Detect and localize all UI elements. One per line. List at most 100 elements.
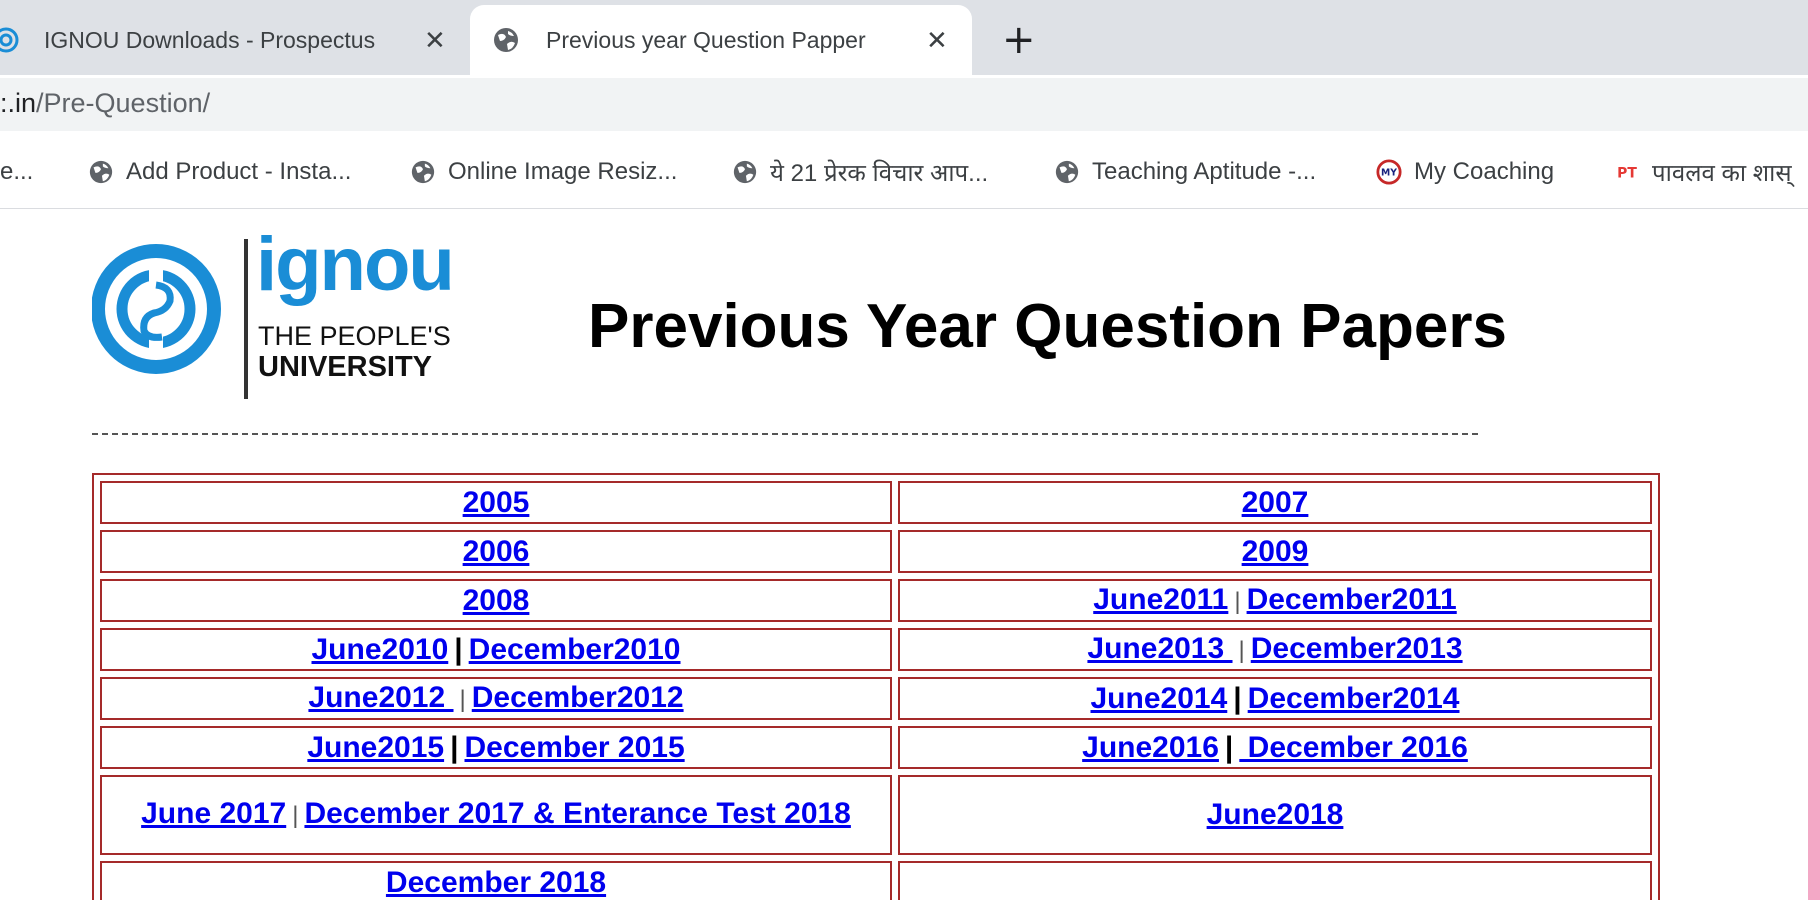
globe-icon <box>411 160 435 184</box>
my-coaching-logo-icon: MY <box>1376 159 1402 185</box>
pt-icon: PT <box>1617 166 1637 182</box>
divider: | <box>1224 730 1234 764</box>
url-path: /Pre-Question/ <box>36 88 211 118</box>
svg-text:PT: PT <box>1617 166 1637 182</box>
address-bar[interactable]: :.in/Pre-Question/ <box>0 78 1808 131</box>
table-row: June2015 | December 2015 June2016 | December… <box>100 726 1652 769</box>
paper-link[interactable]: June2018 <box>1207 798 1344 831</box>
bookmark-label: Add Product - Insta... <box>126 158 352 185</box>
table-cell <box>898 861 1652 900</box>
divider: | <box>1233 681 1242 715</box>
bookmark-label: Online Image Resiz... <box>448 158 678 185</box>
globe-icon <box>733 160 757 184</box>
paper-link[interactable]: December 2015 <box>465 731 685 764</box>
table-row: June 2017 | December 2017 & Enterance Test… <box>100 775 1652 855</box>
table-row: December 2018 <box>100 861 1652 900</box>
table-cell: 2005 <box>100 481 892 524</box>
table-cell: December 2018 <box>100 861 892 900</box>
bookmark-item[interactable]: Teaching Aptitude -... <box>1054 154 1316 190</box>
divider: | <box>292 802 299 829</box>
bookmark-label: ये 21 प्रेरक विचार आप... <box>770 159 989 187</box>
table-cell: 2006 <box>100 530 892 573</box>
bookmark-label: e... <box>0 158 34 185</box>
tab-strip: IGNOU Downloads - Prospectus ✕ Previous … <box>0 0 1808 75</box>
bookmarks-bar: e... Add Product - Insta... Online Image… <box>0 140 1808 209</box>
paper-link[interactable]: 2007 <box>1242 486 1309 519</box>
paper-link[interactable]: December2010 <box>469 633 681 666</box>
paper-link[interactable]: June2010 <box>312 633 449 666</box>
table-row: 2006 2009 <box>100 530 1652 573</box>
page-title: Previous Year Question Papers <box>588 292 1507 361</box>
table-cell: June2014 | December2014 <box>898 677 1652 720</box>
bookmark-item[interactable]: Online Image Resiz... <box>410 154 677 190</box>
table-cell: June2012 | December2012 <box>100 677 892 720</box>
paper-link[interactable]: 2006 <box>463 535 530 568</box>
table-cell: June 2017 | December 2017 & Enterance Test… <box>100 775 892 855</box>
table-row: 2005 2007 <box>100 481 1652 524</box>
paper-link[interactable]: December2012 <box>472 681 684 714</box>
logo-brand: ignou <box>256 222 455 307</box>
table-row: June2012 | December2012 June2014 | December2… <box>100 677 1652 720</box>
bookmark-label: पावलव का शास् <box>1652 159 1792 187</box>
browser-window: IGNOU Downloads - Prospectus ✕ Previous … <box>0 0 1808 900</box>
table-cell: 2007 <box>898 481 1652 524</box>
logo-subline: UNIVERSITY <box>258 351 433 383</box>
close-icon[interactable]: ✕ <box>926 25 948 56</box>
paper-link[interactable]: 2005 <box>463 486 530 519</box>
close-icon[interactable]: ✕ <box>424 25 446 56</box>
paper-link[interactable]: June2016 <box>1082 731 1219 764</box>
paper-link[interactable]: June2013 <box>1087 632 1232 665</box>
table-cell: 2009 <box>898 530 1652 573</box>
bookmark-item[interactable]: e... <box>0 154 33 190</box>
bookmark-item[interactable]: PT पावलव का शास् <box>1614 154 1792 190</box>
paper-link[interactable]: December 2017 & Enterance Test 2018 <box>304 797 850 830</box>
table-cell: June2015 | December 2015 <box>100 726 892 769</box>
table-cell: June2013 | December2013 <box>898 628 1652 671</box>
tab-ignou-downloads[interactable]: IGNOU Downloads - Prospectus ✕ <box>0 5 470 75</box>
paper-link[interactable]: June 2017 <box>141 797 286 830</box>
paper-link[interactable]: December2013 <box>1251 632 1463 665</box>
divider: | <box>1234 587 1241 615</box>
divider: | <box>450 730 459 764</box>
paper-link[interactable]: June2014 <box>1091 682 1228 715</box>
tab-previous-year[interactable]: Previous year Question Papper ✕ <box>470 5 972 75</box>
tab-title: IGNOU Downloads - Prospectus <box>44 26 376 53</box>
toolbar: :.in/Pre-Question/ <box>0 75 1808 135</box>
bookmark-item[interactable]: MY My Coaching <box>1376 154 1554 190</box>
divider: | <box>454 632 463 666</box>
table-cell: 2008 <box>100 579 892 622</box>
bookmark-label: Teaching Aptitude -... <box>1092 158 1317 185</box>
bookmark-item[interactable]: ये 21 प्रेरक विचार आप... <box>732 154 988 190</box>
paper-link[interactable]: December 2018 <box>386 866 606 899</box>
paper-link[interactable]: June2011 <box>1093 583 1228 616</box>
globe-icon <box>89 160 113 184</box>
svg-text:MY: MY <box>1381 168 1397 179</box>
paper-link[interactable]: December2014 <box>1248 682 1460 715</box>
table-row: 2008 June2011 | December2011 <box>100 579 1652 622</box>
globe-icon <box>492 26 520 54</box>
ignou-favicon-icon <box>0 26 20 54</box>
paper-link[interactable]: June2012 <box>308 681 453 714</box>
tab-title: Previous year Question Papper <box>546 26 866 53</box>
logo-tagline: THE PEOPLE'S <box>258 321 451 351</box>
bookmark-item[interactable]: Add Product - Insta... <box>88 154 351 190</box>
paper-link[interactable]: 2008 <box>463 584 530 617</box>
table-cell: June2018 <box>898 775 1652 855</box>
paper-link[interactable]: December 2016 <box>1239 731 1468 764</box>
paper-link[interactable]: June2015 <box>307 731 444 764</box>
divider: | <box>459 685 466 713</box>
ignou-logo: ignou THE PEOPLE'S UNIVERSITY <box>91 222 472 399</box>
bookmark-label: My Coaching <box>1414 158 1555 185</box>
paper-link[interactable]: 2009 <box>1242 535 1309 568</box>
globe-icon <box>1055 160 1079 184</box>
table-cell: June2010 | December2010 <box>100 628 892 671</box>
question-papers-table: 2005 2007 2006 2009 2008 June2011 | December201… <box>92 473 1660 900</box>
divider: | <box>1238 636 1245 664</box>
url-text[interactable]: :.in/Pre-Question/ <box>0 88 210 119</box>
table-cell: June2016 | December 2016 <box>898 726 1652 769</box>
new-tab-button[interactable]: + <box>1002 15 1036 65</box>
page-content: ignou THE PEOPLE'S UNIVERSITY Previous Y… <box>0 209 1808 900</box>
dashed-separator <box>92 433 1478 435</box>
paper-link[interactable]: December2011 <box>1247 583 1457 616</box>
url-host: :.in <box>0 88 37 118</box>
